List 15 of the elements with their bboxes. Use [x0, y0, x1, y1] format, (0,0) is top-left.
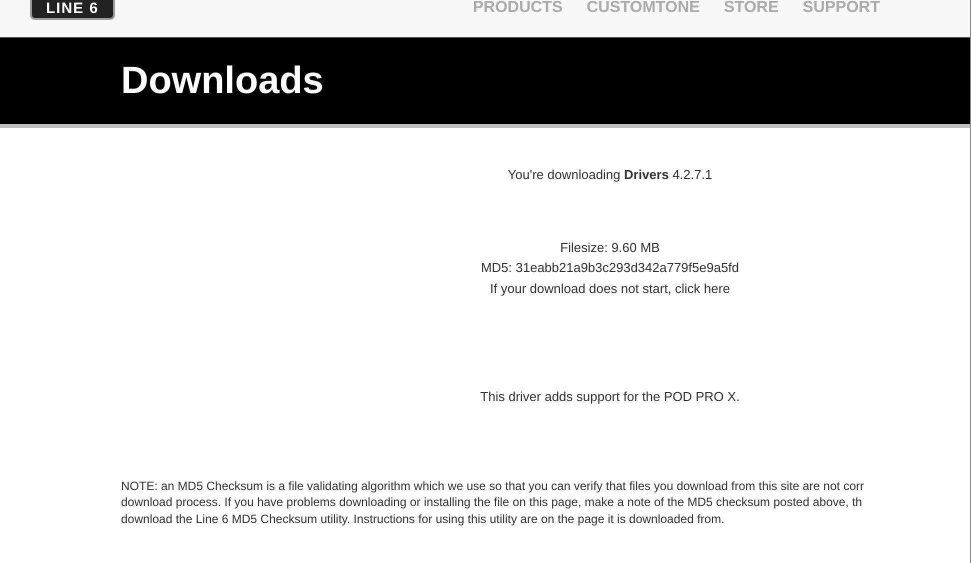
nav-link[interactable]: CUSTOMTONE: [586, 0, 700, 16]
nav-link[interactable]: PRODUCTS: [472, 0, 563, 16]
note-text: NOTE: an MD5 Checksum is a file validating algorithm which we use so that you can verify that files you download from this site are not corr: [121, 478, 865, 494]
note-text: download the Line 6 MD5 Checksum utility. Instructions for using this utility are on the page it is downloaded from.: [121, 510, 726, 527]
logo[interactable]: LINE 6: [30, 0, 115, 20]
md5-text: MD5: 31eabb21a9b3c293d342a779f5e9a5fd: [480, 259, 740, 277]
nav-link[interactable]: SUPPORT: [802, 0, 880, 16]
description-text: This driver adds support for the POD PRO X.: [479, 388, 741, 406]
click-here-link[interactable]: click here: [675, 280, 730, 296]
fallback-text: If your download does not start, click here: [489, 280, 731, 298]
download-intro: You're downloading Drivers 4.2.7.1: [506, 166, 714, 184]
page-title: Downloads: [121, 60, 324, 102]
nav-link[interactable]: STORE: [724, 0, 779, 16]
note-text: download process. If you have problems downloading or installing the file on this page, make a note of the MD5 checksum posted above, th: [121, 494, 864, 510]
filesize-text: Filesize: 9.60 MB: [559, 238, 661, 256]
